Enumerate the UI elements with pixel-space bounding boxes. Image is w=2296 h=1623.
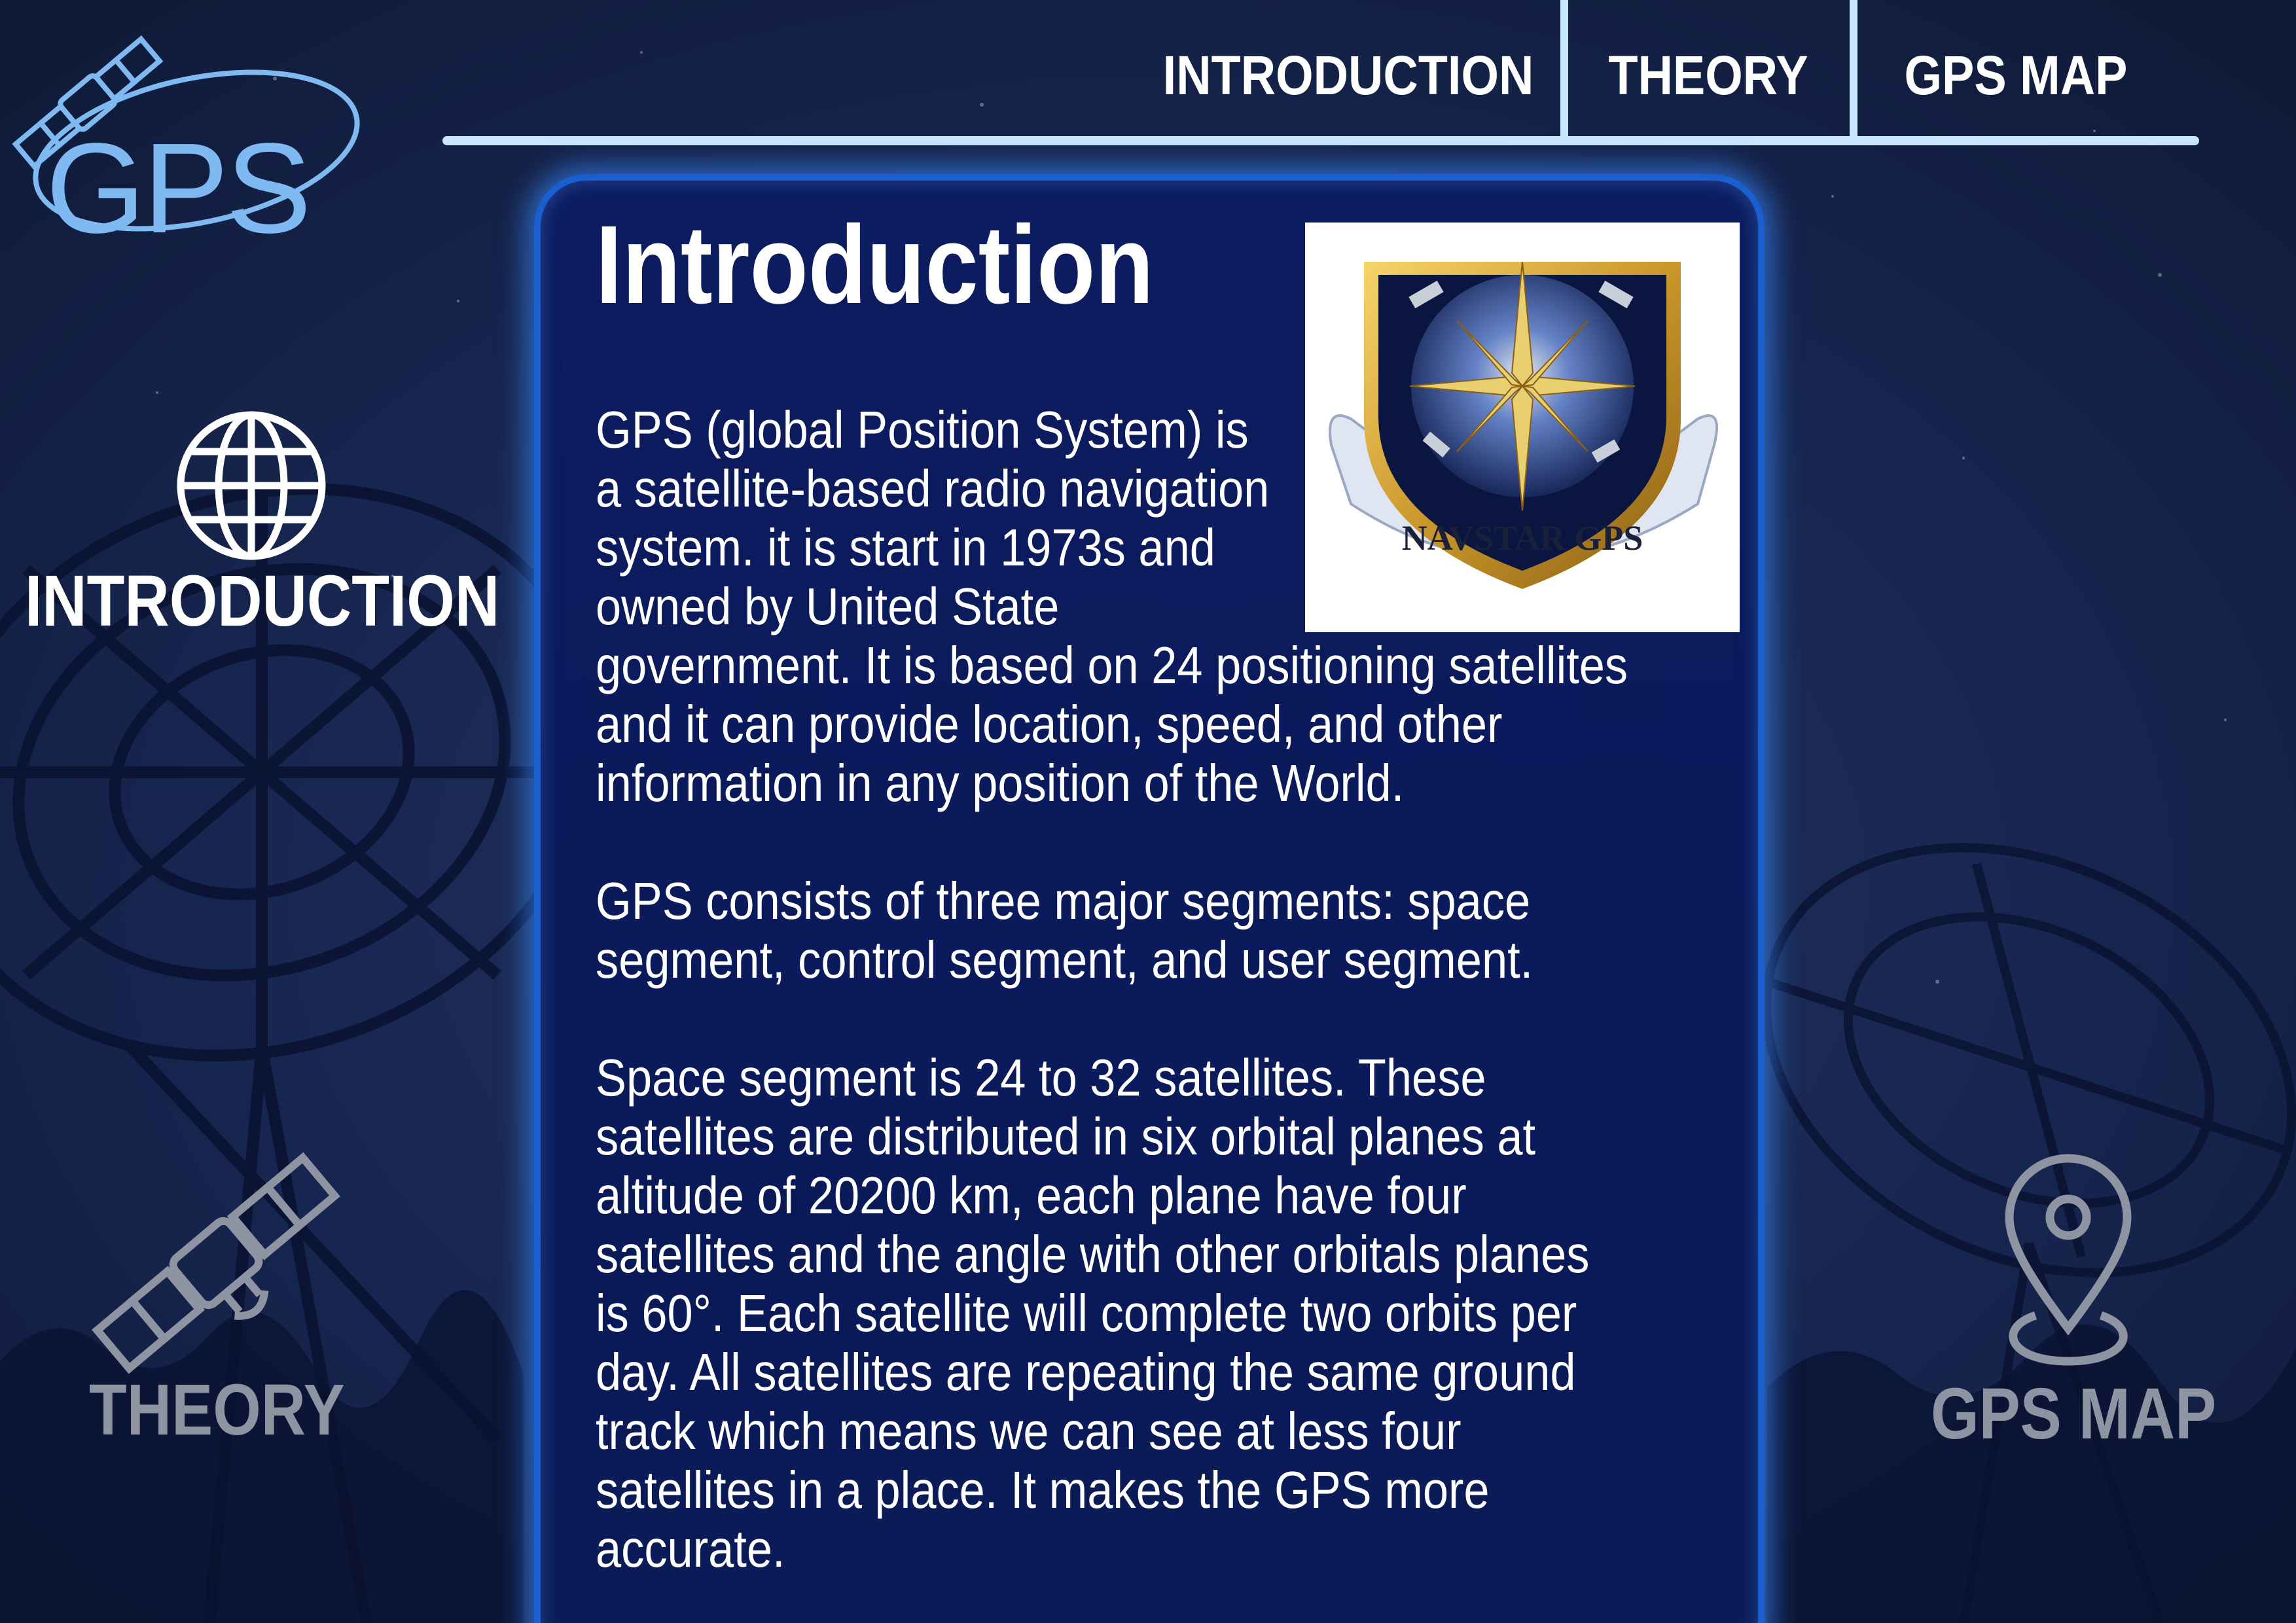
- satellite-icon[interactable]: [79, 1132, 353, 1394]
- body-text-line: information in any position of the World…: [596, 754, 1405, 812]
- side-nav-gps-map[interactable]: GPS MAP: [1931, 1378, 2216, 1450]
- body-text-line: Space segment is 24 to 32 satellites. Th…: [596, 1048, 1486, 1107]
- body-text-line: altitude of 20200 km, each plane have fo…: [596, 1166, 1467, 1224]
- body-text-line: owned by United State: [596, 577, 1060, 635]
- navstar-gps-emblem: NAVSTAR GPS: [1305, 223, 1740, 632]
- body-text-line: satellites and the angle with other orbi…: [596, 1225, 1590, 1283]
- body-text-line: segment, control segment, and user segme…: [596, 931, 1534, 989]
- body-text-line: accurate.: [596, 1520, 785, 1578]
- page-title: Introduction: [596, 203, 1154, 327]
- gps-logo[interactable]: GPS: [0, 13, 367, 253]
- nav-introduction[interactable]: INTRODUCTION: [1163, 39, 1534, 111]
- body-text-line: GPS consists of three major segments: sp…: [596, 872, 1531, 930]
- emblem-text: NAVSTAR GPS: [1402, 518, 1643, 558]
- nav-underline: [442, 136, 2199, 145]
- map-pin-icon[interactable]: [1990, 1152, 2147, 1374]
- body-text-line: GPS (global Position System) is: [596, 401, 1249, 459]
- body-text-line: day. All satellites are repeating the sa…: [596, 1343, 1576, 1401]
- logo-text: GPS: [46, 116, 312, 260]
- body-text-line: government. It is based on 24 positionin…: [596, 636, 1628, 694]
- body-text-line: satellites in a place. It makes the GPS …: [596, 1461, 1490, 1519]
- globe-icon[interactable]: [175, 410, 327, 562]
- side-nav-theory[interactable]: THEORY: [89, 1374, 345, 1446]
- side-nav-introduction[interactable]: INTRODUCTION: [25, 565, 499, 637]
- body-text-line: is 60°. Each satellite will complete two…: [596, 1284, 1577, 1342]
- body-text-line: and it can provide location, speed, and …: [596, 695, 1503, 753]
- nav-divider: [1850, 0, 1857, 140]
- navstar-shield-icon: NAVSTAR GPS: [1329, 261, 1719, 589]
- body-text-line: a satellite-based radio navigation: [596, 459, 1270, 518]
- nav-gps-map[interactable]: GPS MAP: [1884, 39, 2149, 111]
- body-text-line: track which means we can see at less fou…: [596, 1402, 1462, 1460]
- nav-divider: [1560, 0, 1568, 140]
- body-text-line: satellites are distributed in six orbita…: [596, 1107, 1536, 1166]
- nav-theory[interactable]: THEORY: [1593, 39, 1823, 111]
- body-text-line: system. it is start in 1973s and: [596, 518, 1215, 577]
